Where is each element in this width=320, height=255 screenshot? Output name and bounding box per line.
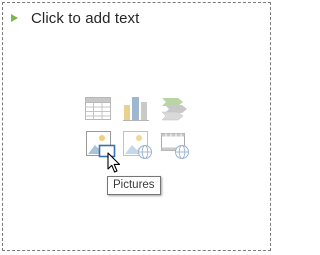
arrow-cursor-icon bbox=[107, 152, 121, 179]
bullet-triangle-icon bbox=[11, 14, 18, 22]
online-pictures-icon[interactable] bbox=[122, 130, 154, 160]
text-placeholder[interactable]: Click to add text bbox=[2, 2, 271, 251]
prompt-row[interactable]: Click to add text bbox=[11, 8, 139, 28]
smartart-icon[interactable] bbox=[160, 95, 188, 123]
video-icon[interactable] bbox=[160, 130, 192, 160]
table-icon[interactable] bbox=[84, 95, 112, 123]
pictures-tooltip: Pictures bbox=[107, 176, 161, 195]
placeholder-prompt: Click to add text bbox=[31, 9, 140, 27]
chart-icon[interactable] bbox=[122, 95, 150, 123]
